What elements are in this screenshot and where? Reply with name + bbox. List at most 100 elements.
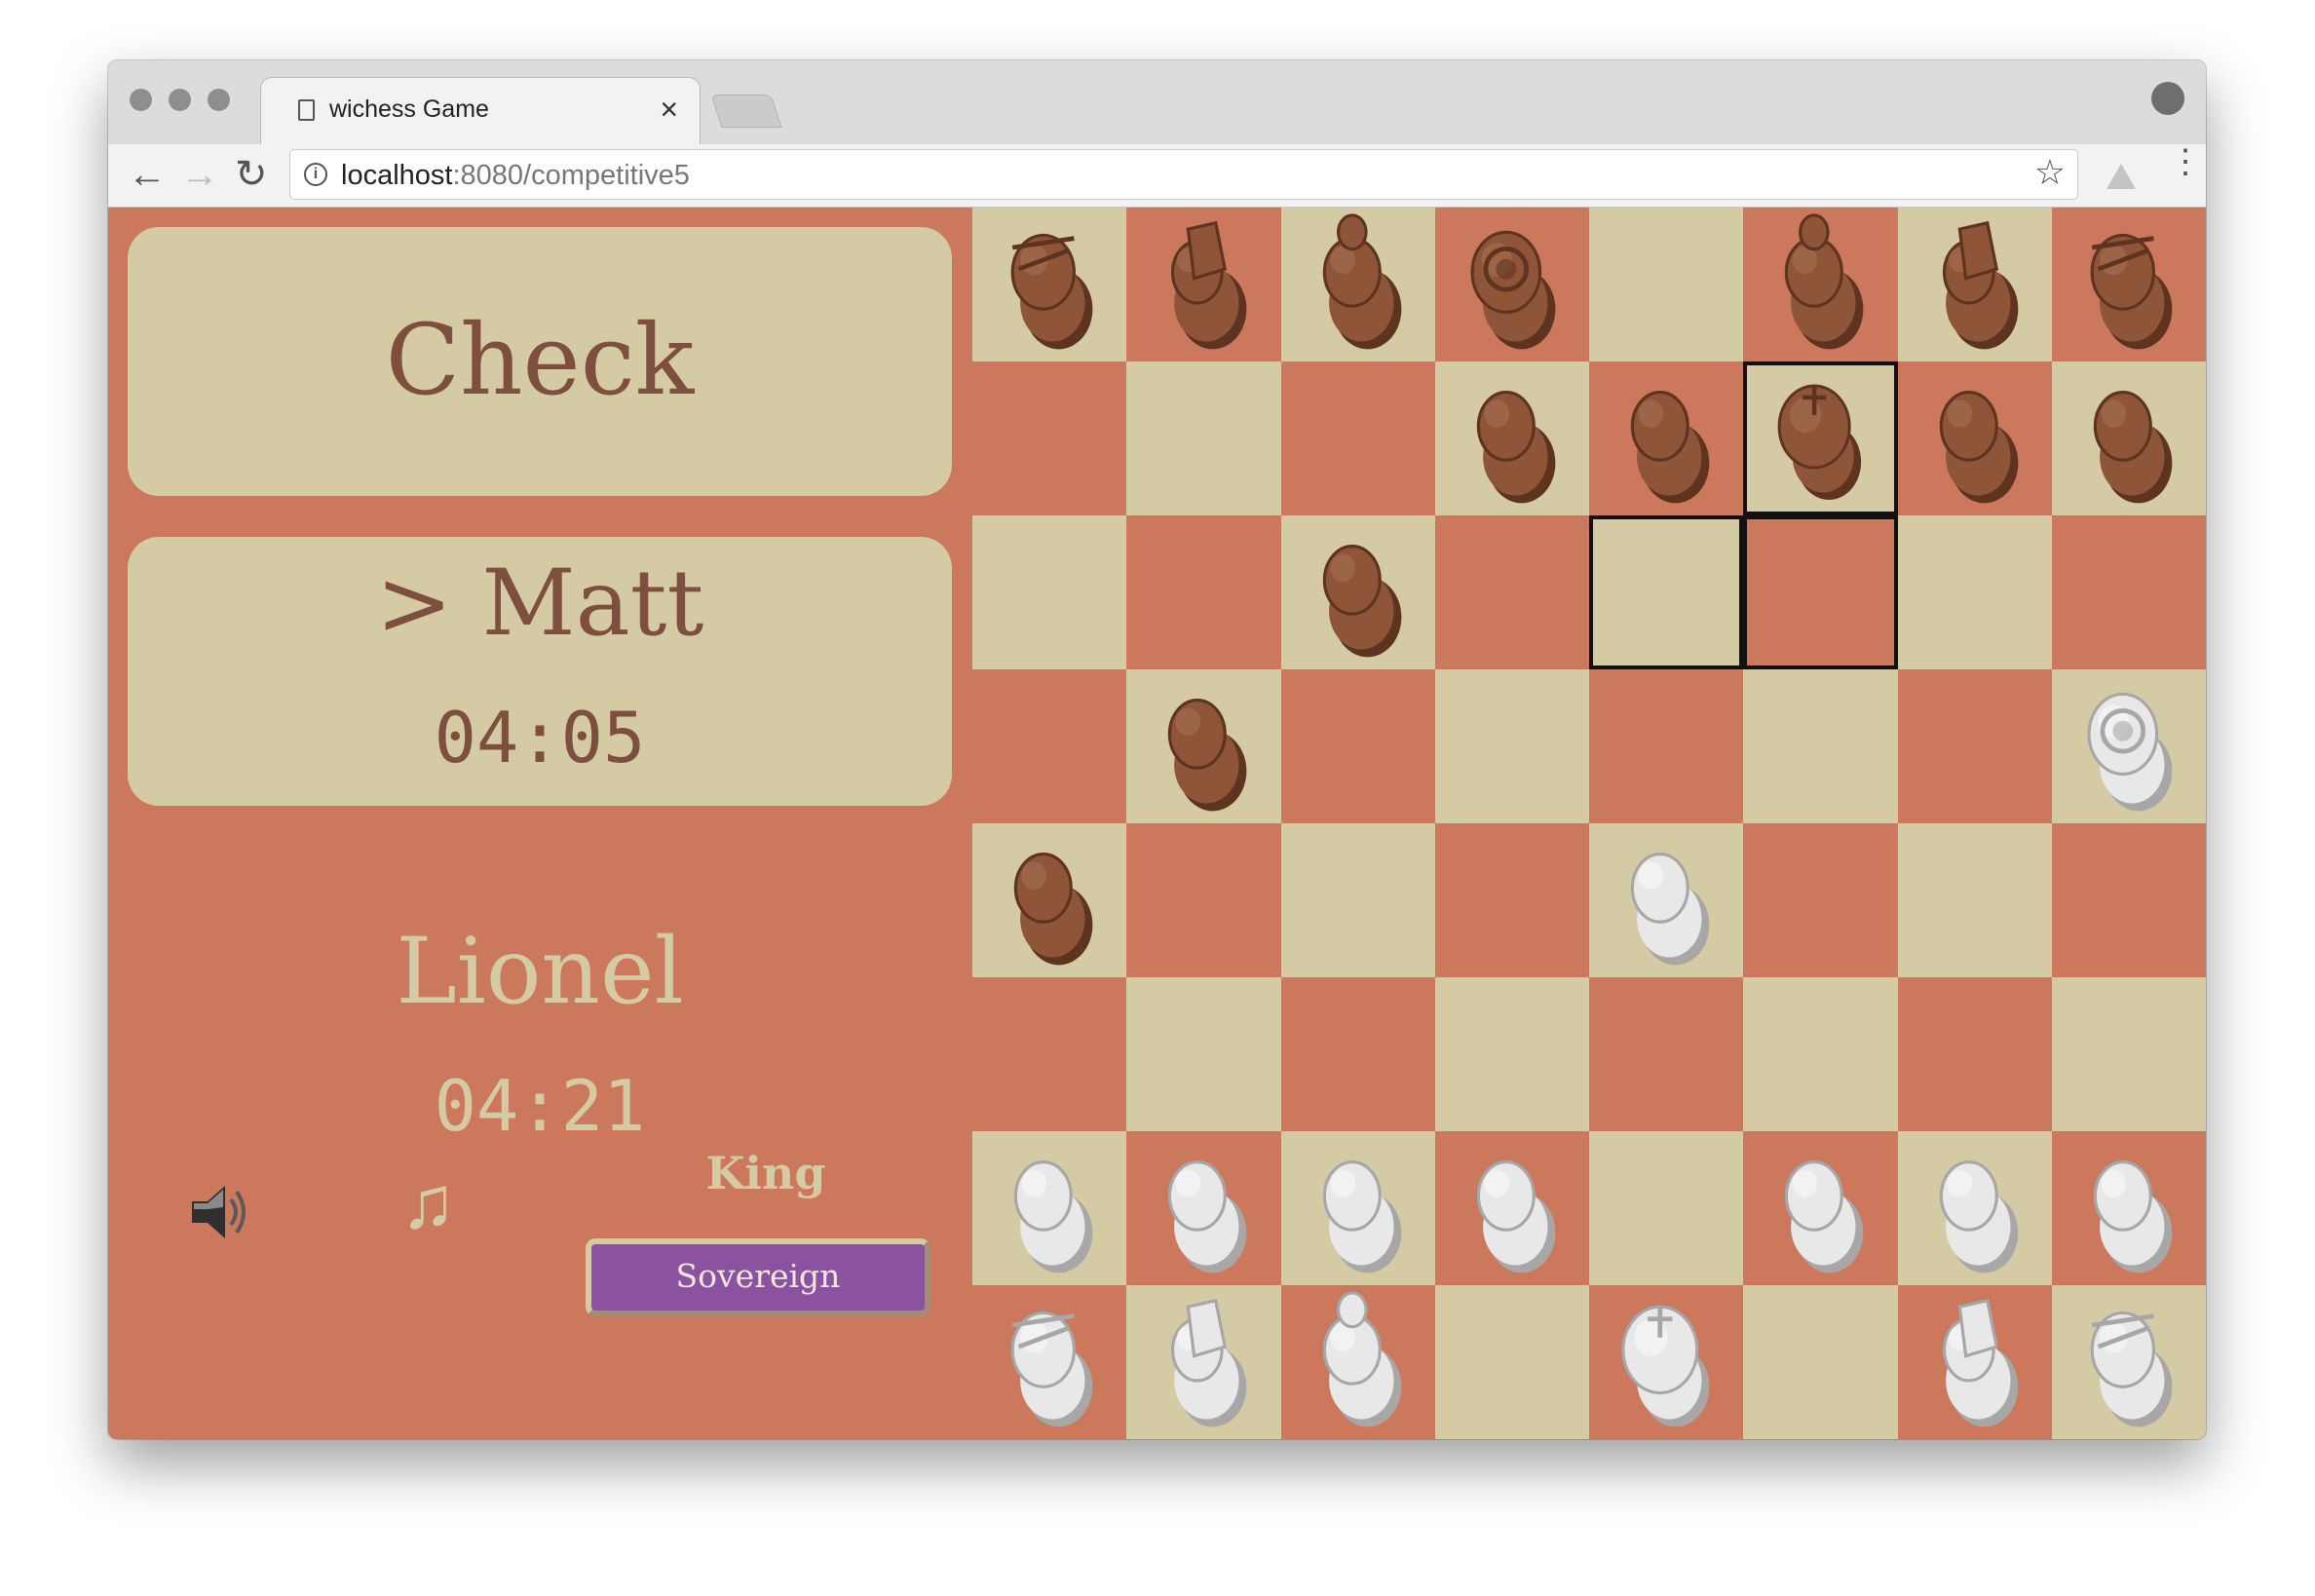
square-f1[interactable]: [1743, 1285, 1898, 1439]
square-h5[interactable]: [2051, 669, 2206, 823]
close-window-button[interactable]: [130, 89, 152, 111]
white-pawn[interactable]: [1898, 1131, 2052, 1285]
new-tab-button[interactable]: [710, 95, 782, 128]
square-f3[interactable]: [1743, 977, 1898, 1131]
black-bishop[interactable]: [1743, 208, 1897, 361]
black-pawn[interactable]: [972, 823, 1126, 977]
square-c8[interactable]: [1280, 208, 1435, 361]
square-c4[interactable]: [1280, 823, 1435, 977]
maximize-window-button[interactable]: [208, 89, 230, 111]
square-c3[interactable]: [1280, 977, 1435, 1131]
square-e6[interactable]: [1589, 515, 1744, 669]
white-king[interactable]: [1589, 1285, 1743, 1439]
white-pawn[interactable]: [1743, 1131, 1897, 1285]
white-pawn[interactable]: [1281, 1131, 1435, 1285]
square-d8[interactable]: [1434, 208, 1589, 361]
square-g4[interactable]: [1897, 823, 2052, 977]
square-f2[interactable]: [1743, 1131, 1898, 1285]
square-d6[interactable]: [1434, 515, 1589, 669]
white-rook[interactable]: [972, 1285, 1126, 1439]
square-c5[interactable]: [1280, 669, 1435, 823]
black-pawn[interactable]: [1281, 515, 1435, 669]
black-pawn[interactable]: [2052, 361, 2206, 515]
square-g5[interactable]: [1897, 669, 2052, 823]
square-h3[interactable]: [2051, 977, 2206, 1131]
square-h6[interactable]: [2051, 515, 2206, 669]
square-g2[interactable]: [1897, 1131, 2052, 1285]
square-a6[interactable]: [972, 515, 1127, 669]
square-b2[interactable]: [1126, 1131, 1281, 1285]
square-h4[interactable]: [2051, 823, 2206, 977]
square-d7[interactable]: [1434, 361, 1589, 515]
square-c6[interactable]: [1280, 515, 1435, 669]
black-knight[interactable]: [1126, 208, 1280, 361]
square-e8[interactable]: [1589, 208, 1744, 361]
square-e4[interactable]: [1589, 823, 1744, 977]
black-pawn[interactable]: [1435, 361, 1589, 515]
square-d5[interactable]: [1434, 669, 1589, 823]
speaker-icon[interactable]: [186, 1180, 250, 1244]
black-knight[interactable]: [1898, 208, 2052, 361]
square-a7[interactable]: [972, 361, 1127, 515]
square-a1[interactable]: [972, 1285, 1127, 1439]
square-b5[interactable]: [1126, 669, 1281, 823]
square-f7[interactable]: [1743, 361, 1898, 515]
square-e7[interactable]: [1589, 361, 1744, 515]
square-h7[interactable]: [2051, 361, 2206, 515]
black-rook[interactable]: [972, 208, 1126, 361]
white-bishop[interactable]: [1281, 1285, 1435, 1439]
square-g1[interactable]: [1897, 1285, 2052, 1439]
square-f5[interactable]: [1743, 669, 1898, 823]
square-b8[interactable]: [1126, 208, 1281, 361]
info-icon[interactable]: i: [304, 163, 327, 186]
square-f4[interactable]: [1743, 823, 1898, 977]
white-knight[interactable]: [1126, 1285, 1280, 1439]
black-king[interactable]: [1747, 365, 1893, 512]
black-pawn[interactable]: [1898, 361, 2052, 515]
square-f6[interactable]: [1743, 515, 1898, 669]
square-f8[interactable]: [1743, 208, 1898, 361]
square-b7[interactable]: [1126, 361, 1281, 515]
square-b1[interactable]: [1126, 1285, 1281, 1439]
square-g3[interactable]: [1897, 977, 2052, 1131]
square-d4[interactable]: [1434, 823, 1589, 977]
url-text[interactable]: localhost:8080/competitive5: [341, 160, 690, 192]
square-d3[interactable]: [1434, 977, 1589, 1131]
square-h2[interactable]: [2051, 1131, 2206, 1285]
square-b4[interactable]: [1126, 823, 1281, 977]
white-queen[interactable]: [2052, 669, 2206, 823]
square-a2[interactable]: [972, 1131, 1127, 1285]
square-a3[interactable]: [972, 977, 1127, 1131]
square-b3[interactable]: [1126, 977, 1281, 1131]
white-pawn[interactable]: [2052, 1131, 2206, 1285]
black-pawn[interactable]: [1126, 669, 1280, 823]
square-e1[interactable]: [1589, 1285, 1744, 1439]
chess-board[interactable]: [972, 208, 2206, 1439]
black-pawn[interactable]: [1589, 361, 1743, 515]
black-rook[interactable]: [2052, 208, 2206, 361]
minimize-window-button[interactable]: [169, 89, 191, 111]
square-c7[interactable]: [1280, 361, 1435, 515]
drive-extension-icon[interactable]: [2106, 164, 2136, 189]
square-e3[interactable]: [1589, 977, 1744, 1131]
square-g6[interactable]: [1897, 515, 2052, 669]
square-g7[interactable]: [1897, 361, 2052, 515]
white-knight[interactable]: [1898, 1285, 2052, 1439]
square-d1[interactable]: [1434, 1285, 1589, 1439]
reload-icon[interactable]: ↻: [235, 150, 268, 199]
tab-close-icon[interactable]: ×: [660, 92, 678, 128]
square-d2[interactable]: [1434, 1131, 1589, 1285]
white-pawn[interactable]: [1435, 1131, 1589, 1285]
black-bishop[interactable]: [1281, 208, 1435, 361]
square-e5[interactable]: [1589, 669, 1744, 823]
back-icon[interactable]: ←: [128, 150, 167, 199]
sovereign-button[interactable]: Sovereign: [586, 1238, 930, 1316]
square-c1[interactable]: [1280, 1285, 1435, 1439]
square-a8[interactable]: [972, 208, 1127, 361]
forward-icon[interactable]: →: [180, 150, 219, 199]
white-pawn[interactable]: [972, 1131, 1126, 1285]
browser-menu-icon[interactable]: ⋮: [2169, 145, 2202, 178]
square-a5[interactable]: [972, 669, 1127, 823]
black-queen[interactable]: [1435, 208, 1589, 361]
square-h1[interactable]: [2051, 1285, 2206, 1439]
